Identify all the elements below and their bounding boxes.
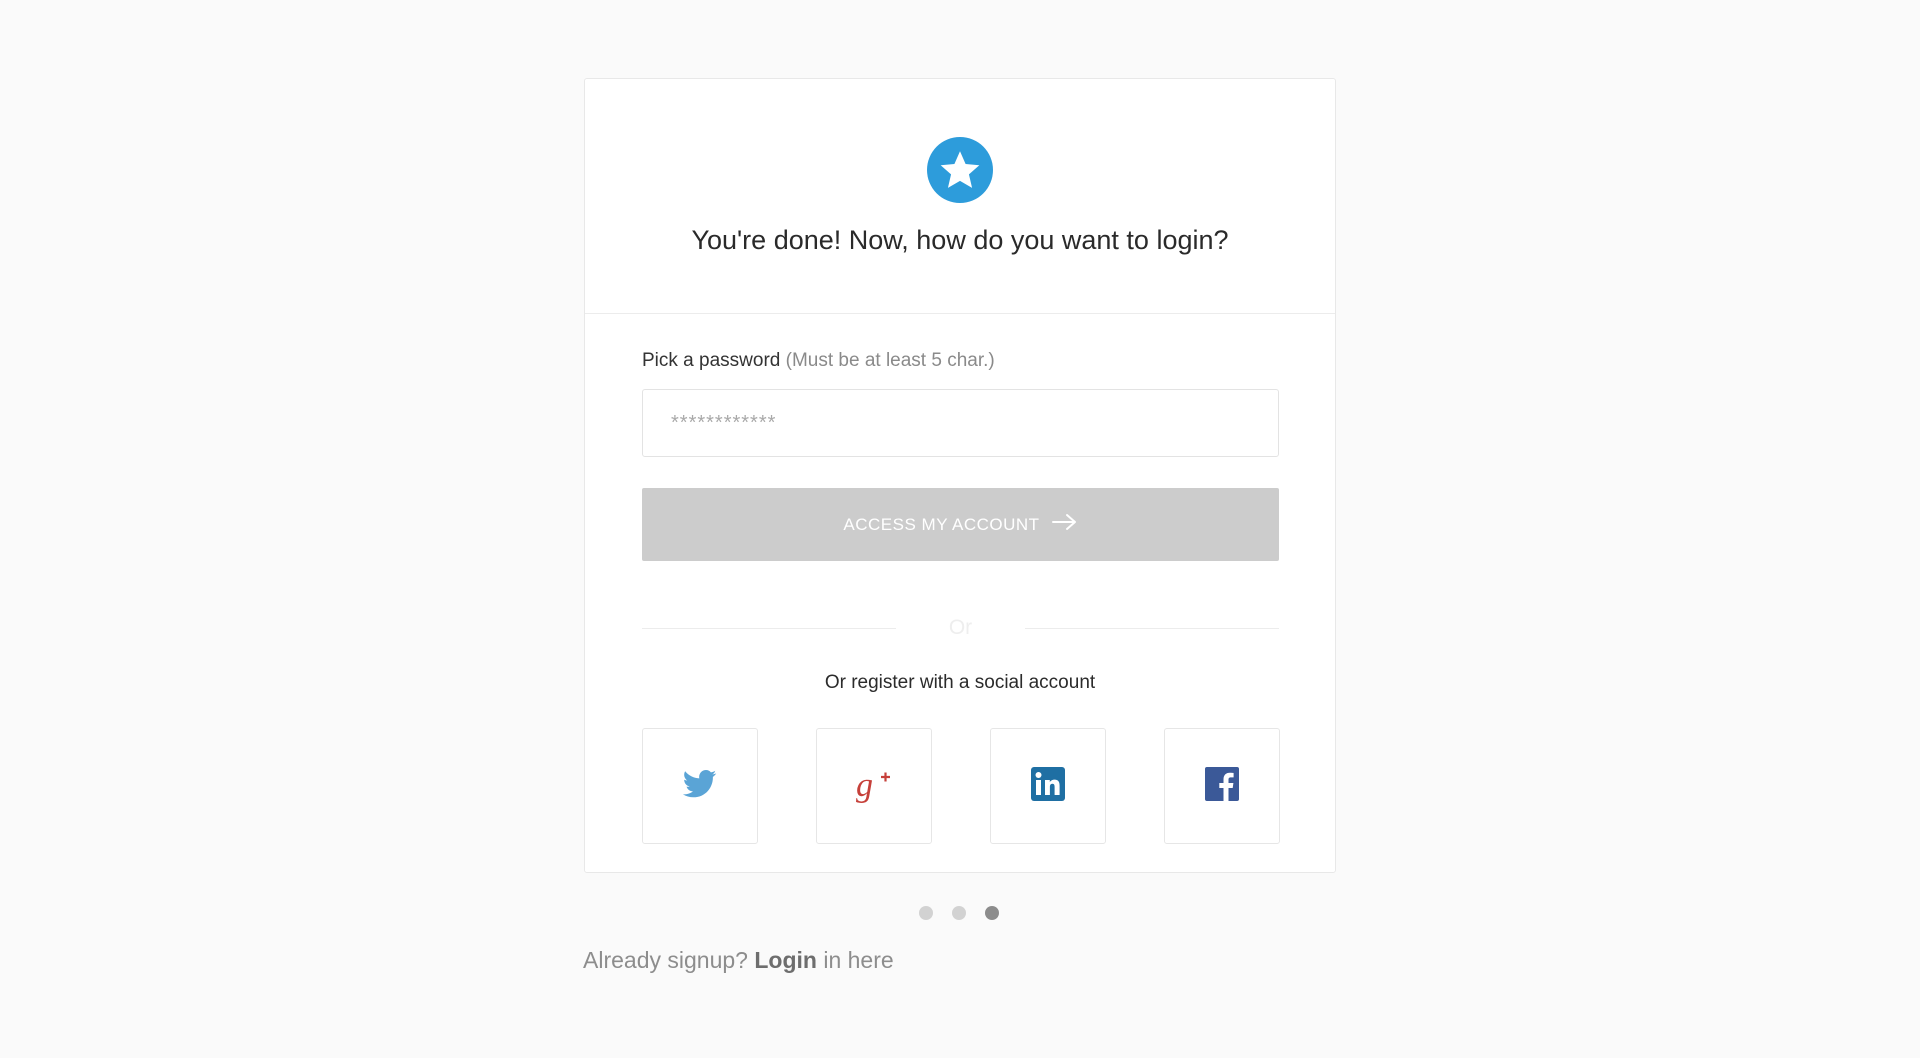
- pagination-dots: [919, 906, 999, 920]
- page-title: You're done! Now, how do you want to log…: [691, 225, 1229, 255]
- star-icon: [927, 137, 993, 203]
- divider-line-right: [1025, 628, 1279, 629]
- login-link[interactable]: Login: [754, 947, 817, 973]
- signup-card: You're done! Now, how do you want to log…: [584, 78, 1336, 873]
- access-account-button[interactable]: ACCESS MY ACCOUNT: [642, 488, 1279, 561]
- password-input[interactable]: [642, 389, 1279, 457]
- pagination-dot-2[interactable]: [952, 906, 966, 920]
- facebook-icon: [1205, 766, 1239, 806]
- social-label: Or register with a social account: [824, 672, 1096, 693]
- svg-text:g: g: [856, 767, 873, 804]
- footer-prefix: Already signup?: [583, 947, 748, 973]
- password-hint: (Must be at least 5 char.): [785, 350, 995, 371]
- linkedin-icon: [1031, 766, 1065, 806]
- card-header: You're done! Now, how do you want to log…: [585, 79, 1335, 314]
- password-label-text: Pick a password: [642, 350, 781, 371]
- footer-suffix: in here: [823, 947, 894, 973]
- pagination-dot-3[interactable]: [985, 906, 999, 920]
- twitter-icon: [682, 769, 717, 803]
- pagination-dot-1[interactable]: [919, 906, 933, 920]
- social-buttons: g: [642, 728, 1280, 844]
- facebook-button[interactable]: [1164, 728, 1280, 844]
- arrow-right-icon: [1051, 513, 1078, 536]
- google-plus-button[interactable]: g: [816, 728, 932, 844]
- or-divider: Or: [642, 616, 1279, 640]
- password-label: Pick a password (Must be at least 5 char…: [642, 350, 995, 372]
- linkedin-button[interactable]: [990, 728, 1106, 844]
- google-plus-icon: g: [854, 764, 894, 809]
- twitter-button[interactable]: [642, 728, 758, 844]
- footer-login-prompt: Already signup? Login in here: [583, 947, 894, 974]
- access-account-label: ACCESS MY ACCOUNT: [843, 514, 1040, 534]
